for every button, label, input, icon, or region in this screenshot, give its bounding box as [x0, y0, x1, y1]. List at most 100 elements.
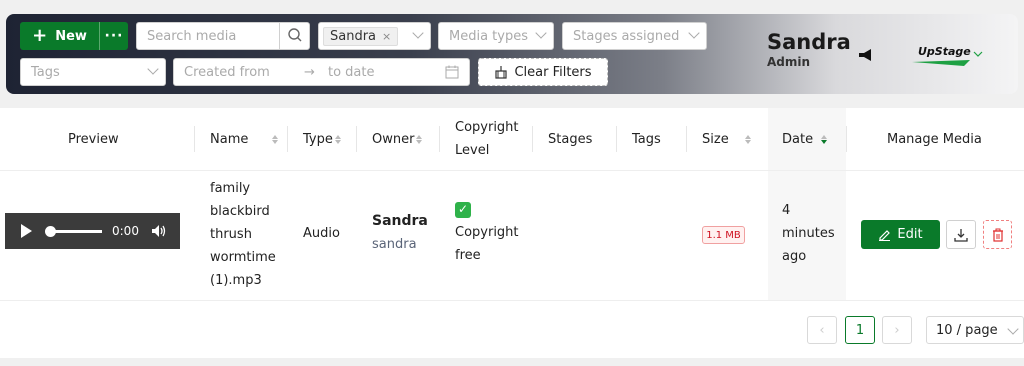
- header-copyright-level: Copyright Level: [455, 108, 519, 170]
- trash-icon: [992, 228, 1003, 242]
- owner-chip-label: Sandra: [330, 28, 377, 44]
- media-type: Audio: [303, 226, 340, 241]
- pagination-next-button[interactable]: ›: [882, 316, 912, 344]
- media-types-select[interactable]: Media types: [438, 22, 554, 50]
- media-name-line: family: [210, 181, 251, 196]
- page-size-select[interactable]: 10 / page: [926, 316, 1024, 344]
- date-line: 4: [782, 203, 791, 218]
- megaphone-icon[interactable]: [858, 47, 874, 63]
- sort-icon[interactable]: [334, 134, 341, 144]
- clear-filters-label: Clear Filters: [514, 64, 592, 80]
- new-more-dropdown-button[interactable]: ···: [100, 29, 128, 43]
- date-from-placeholder[interactable]: Created from: [184, 65, 304, 80]
- sort-icon[interactable]: [272, 134, 279, 144]
- media-name-line: (1).mp3: [210, 273, 262, 288]
- tags-placeholder: Tags: [31, 64, 60, 80]
- broom-icon: [495, 66, 508, 79]
- chevron-down-icon: [688, 27, 700, 39]
- header-type-label: Type: [303, 131, 333, 147]
- header-copyright-line1: Copyright: [455, 120, 519, 135]
- header-preview: Preview: [68, 131, 119, 147]
- audio-player[interactable]: 0:00: [5, 213, 180, 249]
- date-line: minutes: [782, 226, 835, 241]
- header-name[interactable]: Name: [210, 108, 279, 170]
- delete-button[interactable]: [983, 220, 1012, 249]
- close-icon[interactable]: ×: [382, 30, 391, 43]
- owner-username: sandra: [372, 237, 417, 252]
- header-divider: [616, 126, 617, 152]
- edit-label: Edit: [897, 227, 923, 242]
- seek-handle[interactable]: [45, 225, 56, 237]
- edit-icon: [879, 230, 891, 241]
- sort-desc-icon[interactable]: [821, 134, 828, 144]
- user-role: Admin: [767, 55, 811, 69]
- header-row-divider: [0, 170, 1024, 171]
- media-name-line: wormtime: [210, 250, 276, 265]
- header-manage-media: Manage Media: [887, 131, 982, 147]
- header-size[interactable]: Size: [702, 108, 751, 170]
- search-placeholder: Search media: [147, 28, 237, 44]
- play-icon[interactable]: [21, 224, 32, 238]
- logo-text: UpStage: [918, 45, 971, 58]
- download-button[interactable]: [946, 220, 976, 249]
- date-to-placeholder[interactable]: to date: [328, 65, 375, 80]
- owner-cell: Sandra sandra: [372, 210, 428, 256]
- new-button-label: New: [55, 28, 87, 44]
- media-types-placeholder: Media types: [449, 28, 528, 44]
- owner-name: Sandra: [372, 213, 428, 229]
- search-button[interactable]: [279, 23, 309, 49]
- copyright-line1: Copyright: [455, 225, 519, 240]
- media-name-line: blackbird: [210, 204, 270, 219]
- stages-assigned-select[interactable]: Stages assigned: [562, 22, 707, 50]
- media-name: family blackbird thrush wormtime (1).mp3: [210, 177, 276, 292]
- pagination-prev-button[interactable]: ‹: [807, 316, 837, 344]
- date-range-picker[interactable]: Created from → to date: [173, 58, 470, 86]
- date-cell: 4 minutes ago: [782, 199, 835, 268]
- header-divider: [356, 126, 357, 152]
- search-icon: [288, 28, 302, 42]
- search-input[interactable]: Search media: [136, 22, 310, 50]
- stages-placeholder: Stages assigned: [573, 28, 680, 44]
- upstage-logo[interactable]: UpStage: [910, 40, 990, 70]
- header-owner[interactable]: Owner: [372, 108, 423, 170]
- pagination-page-1[interactable]: 1: [845, 316, 875, 344]
- header-type[interactable]: Type: [303, 108, 341, 170]
- edit-button[interactable]: Edit: [861, 220, 940, 249]
- page-size-label: 10 / page: [936, 322, 998, 338]
- header-divider: [194, 126, 195, 152]
- file-size-badge: 1.1 MB: [702, 226, 745, 244]
- download-icon: [954, 228, 968, 242]
- clear-filters-button[interactable]: Clear Filters: [478, 58, 608, 86]
- header-copyright-line2: Level: [455, 143, 490, 158]
- header-date-label: Date: [782, 131, 814, 147]
- header-date[interactable]: Date: [782, 108, 828, 170]
- header-divider: [686, 126, 687, 152]
- plus-icon: +: [32, 25, 48, 46]
- check-icon: ✓: [455, 201, 471, 218]
- tags-select[interactable]: Tags: [20, 58, 166, 86]
- header-owner-label: Owner: [372, 131, 415, 147]
- date-line: ago: [782, 249, 807, 264]
- sort-icon[interactable]: [416, 134, 423, 144]
- media-name-line: thrush: [210, 227, 252, 242]
- sort-icon[interactable]: [744, 134, 751, 144]
- row-divider: [0, 300, 1024, 301]
- audio-seek-bar[interactable]: [45, 225, 102, 237]
- volume-icon[interactable]: [151, 224, 167, 238]
- new-media-button[interactable]: + New ···: [20, 22, 128, 50]
- header-divider: [532, 126, 533, 152]
- owner-chip: Sandra ×: [323, 26, 399, 46]
- copyright-cell: ✓ Copyright free: [455, 198, 519, 267]
- owner-filter-select[interactable]: Sandra ×: [318, 22, 431, 50]
- header-divider: [846, 126, 847, 152]
- audio-time: 0:00: [112, 224, 139, 238]
- calendar-icon: [445, 65, 459, 79]
- user-name: Sandra: [767, 30, 851, 54]
- header-divider: [439, 126, 440, 152]
- header-tags: Tags: [632, 131, 661, 147]
- new-button-main[interactable]: + New: [20, 22, 100, 50]
- chevron-down-icon: [412, 27, 424, 39]
- chevron-down-icon: [147, 63, 159, 75]
- copyright-line2: free: [455, 248, 481, 263]
- header-size-label: Size: [702, 131, 729, 147]
